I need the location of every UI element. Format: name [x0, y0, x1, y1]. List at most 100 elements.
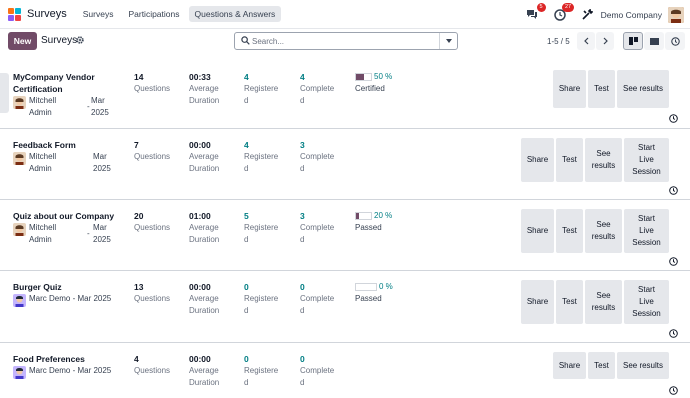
owner-avatar — [13, 223, 26, 236]
survey-card[interactable]: Burger Quiz Marc Demo - Mar 2025 13 Quest… — [0, 271, 690, 343]
owner-avatar — [13, 96, 26, 109]
stat-questions: 4 Questions — [134, 354, 171, 375]
test-button[interactable]: Test — [588, 70, 615, 108]
success-ratio: 50 % — [355, 72, 392, 81]
survey-title[interactable]: Burger Quiz — [13, 281, 62, 293]
share-button[interactable]: Share — [553, 352, 586, 379]
success-label: Passed — [355, 294, 382, 303]
survey-title[interactable]: Quiz about our Company — [13, 210, 114, 222]
stat-questions: 13 Questions — [134, 282, 171, 303]
survey-card[interactable]: Quiz about our Company Mitchell Admin - M… — [0, 200, 690, 271]
survey-title[interactable]: Food Preferences — [13, 353, 85, 365]
kanban-view-button[interactable] — [623, 32, 643, 50]
menu-questions-answers[interactable]: Questions & Answers — [188, 6, 282, 22]
messages-icon[interactable]: 5 — [525, 2, 546, 22]
start-live-session-button[interactable]: Start Live Session — [624, 138, 669, 182]
share-button[interactable]: Share — [553, 70, 586, 108]
search-input[interactable] — [252, 35, 432, 48]
stat-registered[interactable]: 4 Registere d — [244, 71, 278, 107]
success-ratio: 20 % — [355, 211, 392, 220]
menu-participations[interactable]: Participations — [122, 6, 185, 22]
tools-icon[interactable] — [581, 8, 595, 22]
survey-owner: Mitchell Admin — [13, 222, 56, 246]
see-results-button[interactable]: See results — [585, 209, 622, 253]
success-bar-fill — [356, 73, 364, 80]
search-icon — [241, 36, 250, 47]
stat-questions: 20 Questions — [134, 211, 171, 232]
activity-clock-icon[interactable] — [669, 186, 678, 197]
activity-clock-icon[interactable] — [669, 114, 678, 125]
control-panel: New Surveys 1-5 / 5 — [0, 29, 690, 57]
stat-completed[interactable]: 3 Complete d — [300, 139, 334, 175]
gear-icon[interactable] — [76, 36, 84, 46]
kanban-icon — [628, 37, 638, 45]
share-button[interactable]: Share — [521, 209, 554, 253]
top-navbar: Surveys Surveys Participations Questions… — [0, 0, 690, 29]
chevron-right-icon — [603, 37, 608, 45]
stat-duration: 00:00 Average Duration — [189, 140, 220, 173]
see-results-button[interactable]: See results — [585, 138, 622, 182]
owner-avatar — [13, 152, 26, 165]
survey-title[interactable]: Feedback Form — [13, 139, 76, 151]
survey-title[interactable]: MyCompany Vendor Certification — [13, 71, 95, 95]
stat-registered[interactable]: 0 Registere d — [244, 281, 278, 317]
test-button[interactable]: Test — [556, 209, 583, 253]
activity-clock-icon[interactable] — [669, 386, 678, 397]
pager-value[interactable]: 1-5 / 5 — [547, 37, 570, 46]
test-button[interactable]: Test — [556, 138, 583, 182]
activity-icon[interactable]: 27 — [553, 2, 574, 22]
menu-surveys[interactable]: Surveys — [77, 6, 120, 22]
start-live-session-button[interactable]: Start Live Session — [624, 209, 669, 253]
stat-completed[interactable]: 3 Complete d — [300, 210, 334, 246]
survey-card[interactable]: MyCompany Vendor Certification Mitchell A… — [0, 57, 690, 129]
owner-avatar — [13, 294, 26, 307]
stat-registered[interactable]: 5 Registere d — [244, 210, 278, 246]
test-button[interactable]: Test — [588, 352, 615, 379]
breadcrumb: Surveys — [41, 35, 78, 46]
stat-completed[interactable]: 4 Complete d — [300, 71, 334, 107]
stat-questions: 14 Questions — [134, 72, 171, 93]
stat-completed[interactable]: 0 Complete d — [300, 353, 334, 389]
pager-previous-button[interactable] — [577, 32, 595, 50]
stat-duration: 00:00 Average Duration — [189, 354, 220, 387]
clock-icon — [670, 36, 680, 46]
stat-questions: 7 Questions — [134, 140, 171, 161]
owner-avatar — [13, 366, 26, 379]
user-avatar[interactable] — [668, 6, 684, 23]
activity-clock-icon[interactable] — [669, 257, 678, 268]
company-switcher[interactable]: Demo Company — [601, 10, 662, 20]
stat-registered[interactable]: 0 Registere d — [244, 353, 278, 389]
stat-completed[interactable]: 0 Complete d — [300, 281, 334, 317]
success-label: Passed — [355, 223, 382, 232]
pager-next-button[interactable] — [596, 32, 614, 50]
stat-duration: 00:00 Average Duration — [189, 282, 220, 315]
survey-card[interactable]: Feedback Form Mitchell Admin Mar 2025 7 Que… — [0, 129, 690, 200]
activity-badge: 27 — [562, 2, 574, 12]
app-brand[interactable]: Surveys — [27, 8, 67, 20]
survey-card[interactable]: Food Preferences Marc Demo - Mar 2025 4Q… — [0, 343, 690, 398]
activity-clock-icon[interactable] — [669, 329, 678, 340]
caret-down-icon — [445, 39, 452, 43]
search-bar — [234, 32, 458, 50]
list-view-button[interactable] — [644, 32, 664, 50]
see-results-button[interactable]: See results — [585, 280, 622, 324]
stat-duration: 00:33 Average Duration — [189, 72, 220, 105]
stat-registered[interactable]: 4 Registere d — [244, 139, 278, 175]
start-live-session-button[interactable]: Start Live Session — [624, 280, 669, 324]
survey-date: Mar 2025 — [93, 223, 111, 244]
success-ratio: 0 % — [355, 282, 393, 291]
share-button[interactable]: Share — [521, 138, 554, 182]
stat-duration: 01:00 Average Duration — [189, 211, 220, 244]
share-button[interactable]: Share — [521, 280, 554, 324]
test-button[interactable]: Test — [556, 280, 583, 324]
survey-owner: Mitchell Admin — [13, 151, 56, 175]
owner-name: Mitchell — [29, 96, 57, 105]
new-button[interactable]: New — [8, 32, 37, 50]
owner-line: Marc Demo - Mar 2025 — [29, 366, 112, 375]
see-results-button[interactable]: See results — [617, 70, 669, 108]
success-bar-fill — [356, 212, 359, 219]
activity-view-button[interactable] — [665, 32, 685, 50]
search-options-toggle[interactable] — [439, 33, 457, 49]
apps-menu-icon[interactable] — [8, 7, 21, 21]
see-results-button[interactable]: See results — [617, 352, 669, 379]
